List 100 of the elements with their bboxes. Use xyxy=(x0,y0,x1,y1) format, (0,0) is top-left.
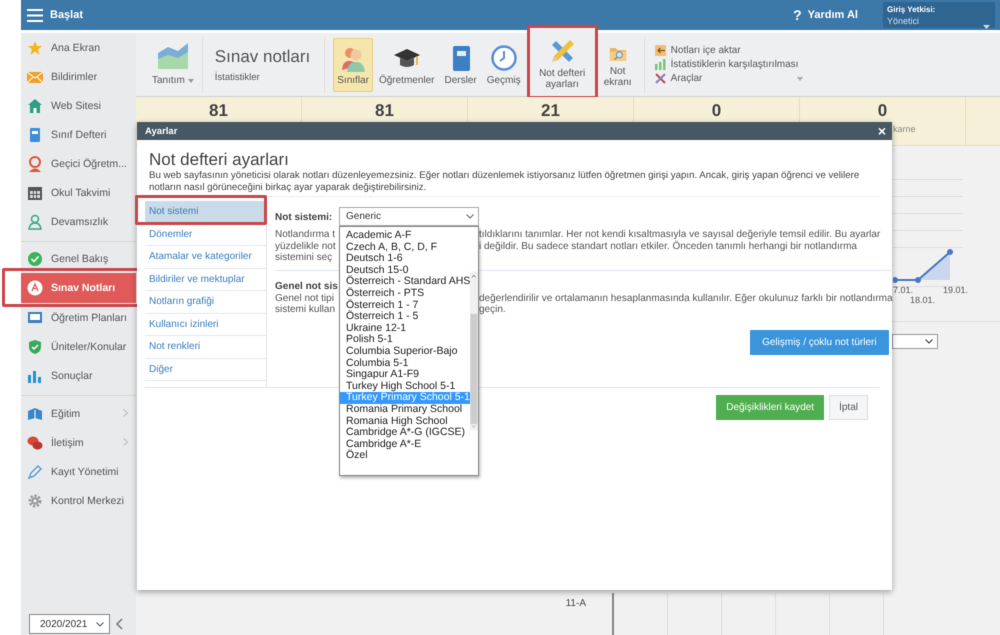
toolbar-link[interactable]: İstatistiklerin karşılaştırılması xyxy=(654,59,804,70)
settings-nav-item[interactable]: Kullanıcı izinleri xyxy=(145,314,266,336)
chevron-down-icon xyxy=(925,339,933,344)
sidebar-item[interactable]: Bildirimler xyxy=(21,62,136,91)
stat-value: 81 xyxy=(375,101,394,121)
sidebar-item[interactable]: Genel Bakış xyxy=(21,244,136,273)
sidebar-item[interactable]: Üniteler/Konular xyxy=(21,332,136,361)
help-icon[interactable]: ? xyxy=(793,7,802,23)
dropdown-option[interactable]: Columbia 5-1 xyxy=(340,358,470,370)
dialog-heading: Not defteri ayarları xyxy=(149,150,290,170)
caret-icon xyxy=(188,78,194,82)
collapse-icon xyxy=(116,618,123,630)
description-text: i değildir. Bu sadece standart notları etkiler. Önceden tanımlı herhangi bir notlandırma xyxy=(479,240,858,252)
book-icon xyxy=(27,406,43,422)
close-button[interactable]: × xyxy=(878,124,886,138)
section-title: Genel not sis xyxy=(275,280,338,292)
dropdown-option[interactable]: Österreich - PTS xyxy=(340,288,470,300)
settings-nav-item[interactable]: Atamalar ve kategoriler xyxy=(145,246,266,268)
dropdown-option[interactable]: Österreich 1 - 5 xyxy=(340,311,470,323)
axis-label: 18.01. xyxy=(910,295,936,305)
bar-chart-icon xyxy=(654,59,666,70)
sidebar-item[interactable]: İletişim xyxy=(21,428,136,457)
description-text: geçin. xyxy=(479,304,507,316)
sidebar-item[interactable]: Sınıf Defteri xyxy=(21,120,136,149)
dropdown-option[interactable]: Österreich 1 - 7 xyxy=(340,300,470,312)
dropdown-option[interactable]: Polish 5-1 xyxy=(340,334,470,346)
sidebar-item[interactable]: Öğretim Planları xyxy=(21,303,136,332)
field-label: Not sistemi: xyxy=(275,212,334,224)
settings-nav-item[interactable]: Diğer xyxy=(145,358,266,381)
description-text: tıldıklarını tanımlar. Her not kendi kısaltmasıyla ve sayısal değeriyle temsil edilir. Bu ayarlar xyxy=(479,229,882,240)
sidebar-item[interactable]: Ana Ekran xyxy=(21,33,136,62)
tools-icon xyxy=(654,73,666,84)
sidebar-item[interactable]: Geçici Öğretm... xyxy=(21,149,136,178)
year-select[interactable]: 2020/2021 xyxy=(29,614,110,634)
sidebar-item[interactable]: Devamsızlık xyxy=(21,207,136,236)
intro-text: Bu web sayfasının yöneticisi olarak notları düzenleyemezsiniz. Eğer notları düzenlemek istiyorsanız lütfen öğretmen girişi yapın. Ancak, giriş yapan öğrenci ve velilere notların nasıl görüneceğini birkaç ayar yaparak değiştirebilirsiniz. xyxy=(149,170,880,197)
cancel-button[interactable]: İptal xyxy=(829,395,868,420)
toolbar-link[interactable]: Notları içe aktar xyxy=(654,45,804,56)
sidebar-item[interactable]: Sınav Notları xyxy=(21,273,136,303)
ribbon-button[interactable]: Geçmiş xyxy=(482,38,525,92)
ribbon-button[interactable]: Not defteri ayarları xyxy=(526,25,598,99)
settings-nav-item[interactable]: Dönemler xyxy=(145,224,266,246)
app-title: Başlat xyxy=(50,9,84,21)
envelope-icon xyxy=(27,68,43,84)
pen-icon xyxy=(27,464,43,480)
sidebar-item[interactable]: Sonuçlar xyxy=(21,361,136,390)
sidebar-item[interactable]: Eğitim xyxy=(21,399,136,428)
dropdown-option[interactable]: Ukraine 12-1 xyxy=(340,322,470,334)
page-title: Sınav notları xyxy=(214,46,310,66)
dropdown-option[interactable]: Deutsch 15-0 xyxy=(340,264,470,276)
ribbon-button[interactable]: Dersler xyxy=(440,38,481,92)
sidebar-item[interactable]: Kontrol Merkezi xyxy=(21,486,136,515)
dropdown-option[interactable]: Özel xyxy=(340,450,470,462)
gear-icon xyxy=(27,492,43,508)
description-text: sistemini seç xyxy=(275,252,334,264)
calendar-icon xyxy=(27,184,43,200)
dropdown-option[interactable]: Cambridge A*-G (IGCSE) xyxy=(340,427,470,439)
sidebar-item[interactable]: Okul Takvimi xyxy=(21,178,136,207)
description-text: Genel not tipi xyxy=(275,292,335,304)
dropdown-option[interactable]: Romania High School xyxy=(340,416,470,428)
dropdown-option[interactable]: Columbia Superior-Bajo xyxy=(340,346,470,358)
role-value: Yönetici xyxy=(887,15,920,27)
dropdown-option[interactable]: Österreich - Standard AHS xyxy=(340,276,470,288)
area-chart-icon xyxy=(158,43,188,69)
check-circle-icon xyxy=(27,250,43,266)
settings-nav-item[interactable]: Not renkleri xyxy=(145,336,266,358)
dropdown-option[interactable]: Academic A-F xyxy=(340,230,470,242)
toolbar-link[interactable]: Araçlar xyxy=(654,73,804,84)
house-icon xyxy=(27,98,43,114)
stat-value: 81 xyxy=(209,101,228,121)
dropdown-option[interactable]: Turkey High School 5-1 xyxy=(340,380,470,392)
dropdown-option[interactable]: Czech A, B, C, D, F xyxy=(340,242,470,254)
ribbon-button[interactable]: Not ekranı xyxy=(600,38,636,92)
dropdown-option[interactable]: Cambridge A*-E xyxy=(340,438,470,450)
ribbon-button[interactable]: Öğretmenler xyxy=(374,38,439,92)
role-selector[interactable]: Giriş Yetkisi: Yönetici xyxy=(883,2,995,28)
person-icon xyxy=(27,214,43,230)
sidebar-item[interactable]: Kayıt Yönetimi xyxy=(21,457,136,486)
intro-menu[interactable]: Tanıtım xyxy=(146,36,203,92)
role-label: Giriş Yetkisi: xyxy=(887,5,936,15)
notebook-icon xyxy=(27,126,43,142)
stat-value: 21 xyxy=(541,101,560,121)
settings-nav-item[interactable]: Not sistemi xyxy=(145,201,266,224)
description-text: Notlandırma t xyxy=(275,229,336,240)
page-subtitle: İstatistikler xyxy=(214,72,261,82)
chevron-down-icon xyxy=(96,622,104,626)
axis-label: 19.01. xyxy=(943,285,968,295)
axis-label: 7.01. xyxy=(893,285,914,295)
sidebar-item[interactable]: Web Sitesi xyxy=(21,91,136,120)
dropdown-field[interactable] xyxy=(892,334,938,349)
dropdown-option[interactable]: Deutsch 1-6 xyxy=(340,253,470,265)
chat-icon xyxy=(27,434,43,450)
dialog-title: Ayarlar xyxy=(145,126,178,136)
ribbon-button[interactable]: Sınıflar xyxy=(333,38,373,92)
settings-nav-item[interactable]: Notların grafiği xyxy=(145,291,266,314)
description-text: değerlendirilir ve ortalamanın hesaplanmasında kullanılır. Eğer okulunuz farklı bir notlandırma xyxy=(479,292,893,304)
dropdown-option[interactable]: Romania Primary School xyxy=(340,404,470,416)
help-link[interactable]: Yardım Al xyxy=(808,9,858,21)
settings-nav-item[interactable]: Bildiriler ve mektuplar xyxy=(145,268,266,291)
dropdown-option[interactable]: Singapur A1-F9 xyxy=(340,369,470,381)
